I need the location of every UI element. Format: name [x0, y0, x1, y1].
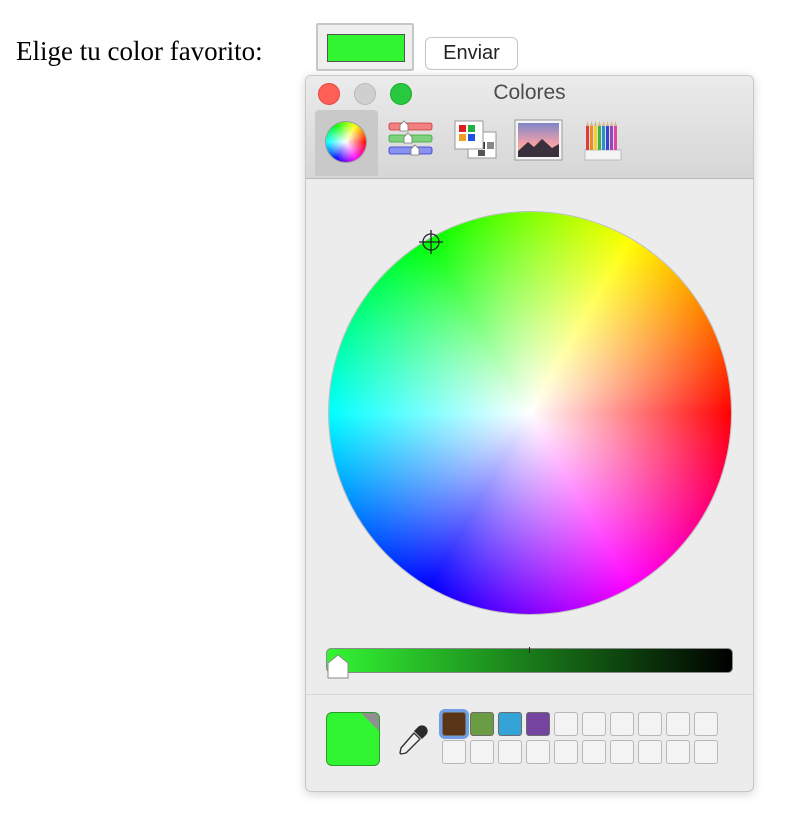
- color-wheel-icon: [326, 122, 366, 162]
- swatch-well[interactable]: [610, 712, 634, 736]
- wheel-crosshair-icon[interactable]: [419, 230, 443, 254]
- palette-icon: [454, 120, 497, 159]
- tab-color-wheel[interactable]: [315, 110, 378, 176]
- tab-color-palettes[interactable]: [446, 110, 502, 176]
- tab-pencils[interactable]: [574, 110, 630, 176]
- swatch-well[interactable]: [666, 712, 690, 736]
- sliders-icon: [388, 120, 433, 156]
- pencils-icon: [584, 121, 622, 161]
- swatch-wells: [442, 712, 722, 768]
- swatch-well[interactable]: [582, 712, 606, 736]
- slider-midpoint-tick: [529, 647, 530, 653]
- swatch-well[interactable]: [526, 740, 550, 764]
- swatch-well[interactable]: [638, 740, 662, 764]
- tab-color-sliders[interactable]: [382, 110, 438, 176]
- panel-divider: [306, 694, 753, 695]
- color-prompt-label: Elige tu color favorito:: [16, 36, 263, 66]
- color-input-swatch: [327, 34, 405, 62]
- colors-panel: Colores: [305, 75, 754, 792]
- swatch-well[interactable]: [442, 740, 466, 764]
- brightness-slider-thumb[interactable]: [326, 654, 350, 680]
- swatch-corner: [361, 713, 379, 731]
- image-palette-icon: [514, 119, 563, 161]
- current-color-swatch[interactable]: [326, 712, 380, 766]
- eyedropper-icon[interactable]: [396, 723, 430, 757]
- swatch-well[interactable]: [554, 740, 578, 764]
- color-input[interactable]: [316, 23, 414, 71]
- swatch-well[interactable]: [442, 712, 466, 736]
- submit-button[interactable]: Enviar: [425, 37, 518, 70]
- swatch-well[interactable]: [694, 740, 718, 764]
- tab-image-palettes[interactable]: [510, 110, 566, 176]
- swatch-well[interactable]: [470, 712, 494, 736]
- panel-titlebar: Colores: [306, 76, 753, 179]
- swatch-well[interactable]: [638, 712, 662, 736]
- swatch-well[interactable]: [610, 740, 634, 764]
- panel-title: Colores: [493, 81, 566, 104]
- swatch-well[interactable]: [554, 712, 578, 736]
- swatch-well[interactable]: [498, 740, 522, 764]
- swatch-well[interactable]: [582, 740, 606, 764]
- swatch-well[interactable]: [526, 712, 550, 736]
- swatch-well[interactable]: [694, 712, 718, 736]
- swatch-well[interactable]: [470, 740, 494, 764]
- swatch-well[interactable]: [498, 712, 522, 736]
- color-wheel[interactable]: [329, 212, 731, 614]
- swatch-well[interactable]: [666, 740, 690, 764]
